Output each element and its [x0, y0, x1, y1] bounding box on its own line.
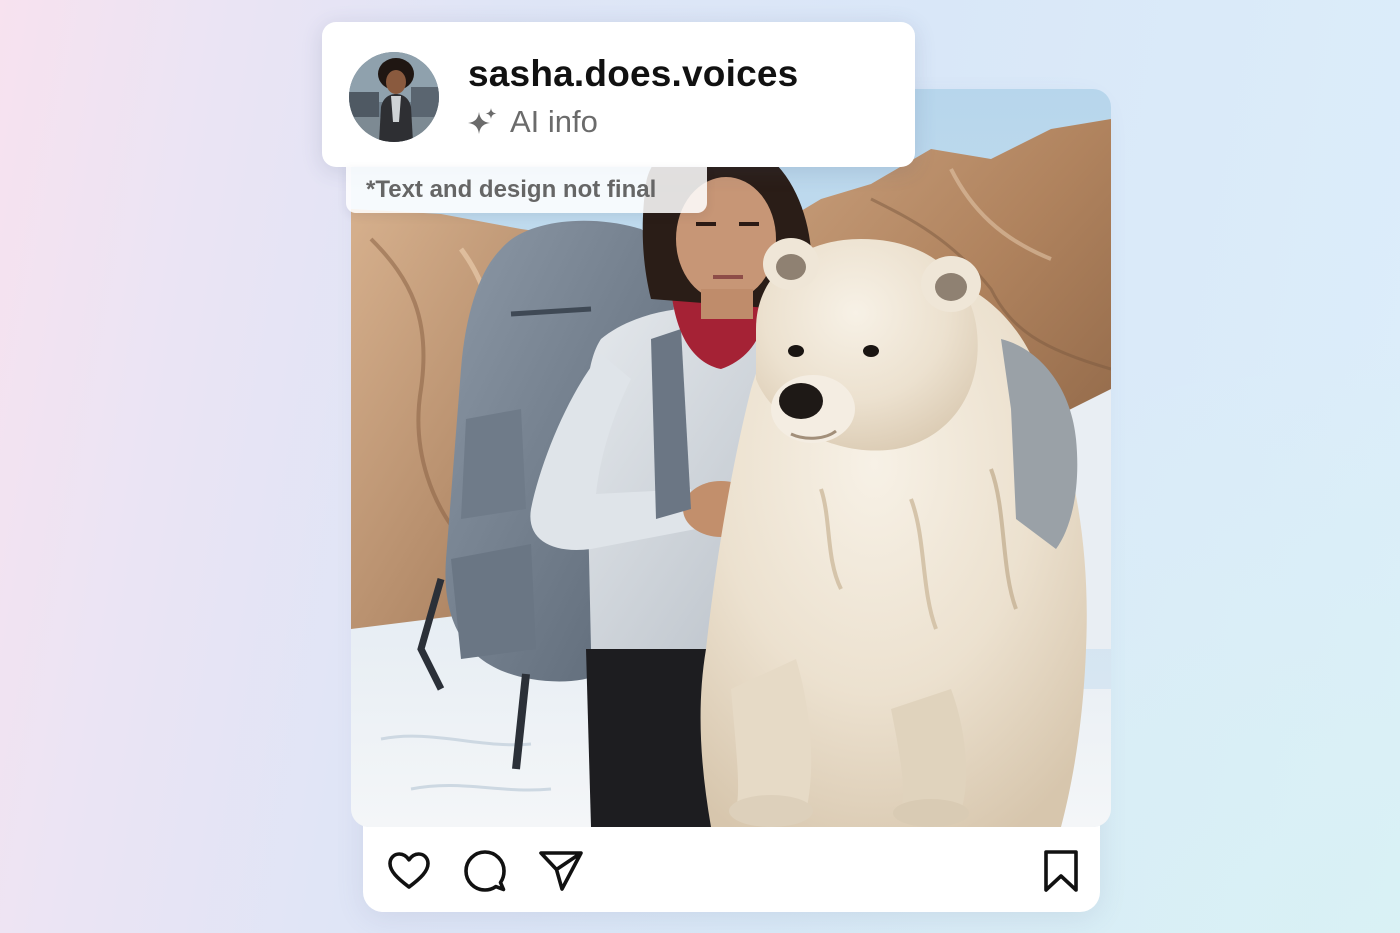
- avatar[interactable]: [349, 52, 439, 142]
- heart-icon: [388, 852, 430, 889]
- send-paper-plane-icon: [539, 851, 583, 891]
- post-header-card: sasha.does.voices AI info: [322, 22, 915, 167]
- sparkle-icon: [468, 108, 497, 134]
- post-action-bar: [363, 827, 1100, 912]
- disclaimer-text: *Text and design not final: [366, 176, 657, 203]
- disclaimer-tag: *Text and design not final: [346, 167, 707, 213]
- save-button[interactable]: [1037, 849, 1085, 893]
- share-button[interactable]: [537, 849, 585, 893]
- bookmark-icon: [1044, 850, 1078, 892]
- username[interactable]: sasha.does.voices: [468, 53, 798, 95]
- like-button[interactable]: [385, 849, 433, 893]
- ai-info-text: AI info: [510, 104, 598, 139]
- ai-info-label[interactable]: AI info: [468, 102, 598, 142]
- comment-button[interactable]: [461, 849, 509, 893]
- comment-bubble-icon: [464, 850, 506, 892]
